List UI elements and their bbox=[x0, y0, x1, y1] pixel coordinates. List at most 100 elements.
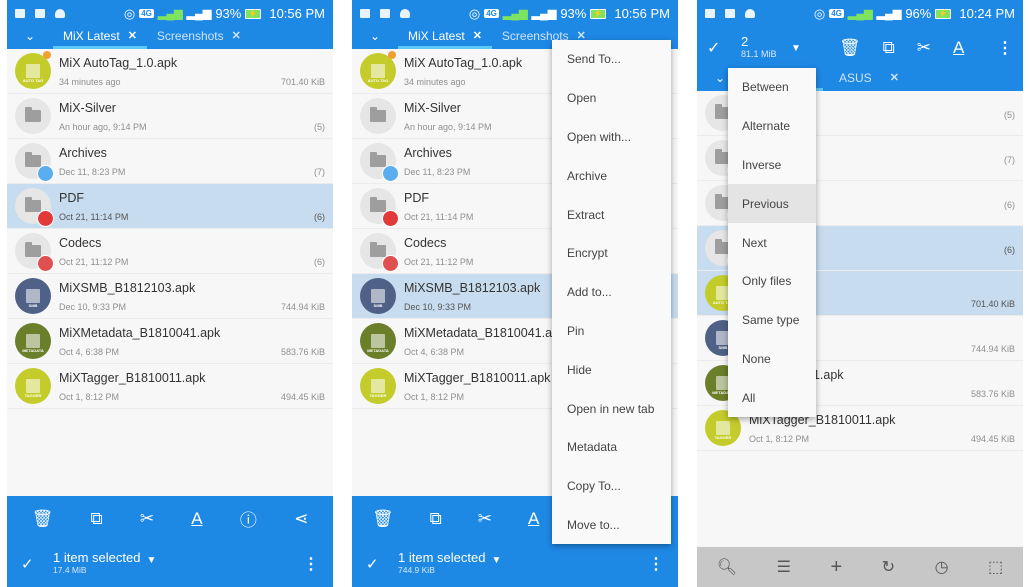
delete-icon[interactable]: 🗑 bbox=[839, 38, 861, 58]
file-row[interactable]: METADATA MiXMetadata_B1810041.apk Oct 4, 6… bbox=[7, 319, 333, 364]
cut-icon[interactable]: ✂ bbox=[917, 38, 931, 58]
copy-icon[interactable]: ⧉ bbox=[430, 509, 442, 529]
file-size: 583.76 KiB bbox=[970, 388, 1015, 399]
caret-down-icon[interactable]: ▼ bbox=[791, 43, 831, 54]
file-row[interactable]: PDF Oct 21, 11:14 PM (6) bbox=[7, 184, 333, 229]
file-row[interactable]: AUTO TAG MiX AutoTag_1.0.apk 34 minutes ag… bbox=[7, 49, 333, 94]
check-icon[interactable]: ✓ bbox=[366, 555, 398, 573]
more-options-icon[interactable]: ⋮ bbox=[997, 38, 1013, 58]
history-icon[interactable]: ◷ bbox=[935, 557, 949, 577]
status-bar: ◎ 4G ▂▄▆ ▂▄▆ 93% ⚡ 10:56 PM bbox=[7, 0, 333, 27]
chevron-down-icon[interactable]: ⌄ bbox=[352, 27, 398, 45]
close-icon[interactable]: ✕ bbox=[890, 69, 899, 87]
folder-icon bbox=[360, 143, 399, 182]
delete-icon[interactable]: 🗑 bbox=[32, 509, 54, 529]
menu-item[interactable]: Metadata bbox=[552, 428, 671, 467]
share-icon[interactable]: ⋖ bbox=[294, 509, 308, 529]
tab-mix-latest[interactable]: MiX Latest ✕ bbox=[53, 27, 147, 49]
select-area-icon[interactable]: ⬚ bbox=[988, 557, 1003, 577]
close-icon[interactable]: ✕ bbox=[473, 27, 482, 46]
menu-item[interactable]: Move to... bbox=[552, 506, 671, 545]
menu-item[interactable]: Encrypt bbox=[552, 234, 671, 273]
menu-item[interactable]: Archive bbox=[552, 156, 671, 195]
apk-icon: METADATA bbox=[15, 323, 51, 359]
copy-icon[interactable]: ⧉ bbox=[883, 38, 895, 58]
clock: 10:56 PM bbox=[614, 6, 670, 21]
file-date: Dec 10, 9:33 PM bbox=[59, 301, 127, 312]
android-icon bbox=[400, 9, 410, 18]
chevron-down-icon[interactable]: ⌄ bbox=[7, 27, 53, 45]
file-row[interactable]: SMB MiXSMB_B1812103.apk Dec 10, 9:33 PM 744… bbox=[7, 274, 333, 319]
selection-size: 744.9 KiB bbox=[398, 565, 435, 575]
menu-item[interactable]: Alternate bbox=[728, 107, 816, 146]
menu-item[interactable]: Extract bbox=[552, 195, 671, 234]
rename-icon[interactable]: A bbox=[528, 509, 539, 529]
file-row[interactable]: MiX-Silver An hour ago, 9:14 PM (5) bbox=[7, 94, 333, 139]
caret-down-icon[interactable]: ▼ bbox=[146, 555, 156, 566]
menu-item[interactable]: None bbox=[728, 340, 816, 379]
hotspot-icon: ◎ bbox=[123, 5, 136, 21]
signal-icon: ▂▄▆ bbox=[157, 8, 183, 20]
menu-item[interactable]: Hide bbox=[552, 350, 671, 389]
list-view-icon[interactable]: ☰ bbox=[777, 557, 791, 577]
apk-label: AUTO TAG bbox=[22, 78, 44, 83]
tab-bar: ⌄ MiX Latest ✕ Screenshots ✕ bbox=[7, 27, 333, 49]
battery-percent: 93% bbox=[215, 6, 242, 21]
folder-glyph bbox=[370, 197, 386, 212]
menu-item[interactable]: Between bbox=[728, 68, 816, 107]
menu-item[interactable]: Only files bbox=[728, 262, 816, 301]
menu-item[interactable]: Send To... bbox=[552, 40, 671, 79]
folder-icon bbox=[15, 233, 54, 272]
cut-icon[interactable]: ✂ bbox=[140, 509, 154, 529]
folder-badge-icon bbox=[37, 255, 54, 272]
folder-glyph bbox=[370, 152, 386, 167]
file-date: Dec 11, 8:23 PM bbox=[59, 166, 126, 177]
menu-item[interactable]: Previous bbox=[728, 184, 816, 224]
tab-asus[interactable]: ASUS ✕ bbox=[829, 69, 909, 87]
hotspot-icon: ◎ bbox=[468, 5, 481, 21]
file-row[interactable]: Codecs Oct 21, 11:12 PM (6) bbox=[7, 229, 333, 274]
file-row[interactable]: Archives Dec 11, 8:23 PM (7) bbox=[7, 139, 333, 184]
menu-item[interactable]: Open in new tab bbox=[552, 389, 671, 428]
file-row[interactable]: TAGGER MiXTagger_B1810011.apk Oct 1, 8:12 … bbox=[7, 364, 333, 409]
row-text: MiXTagger_B1810011.apk Oct 1, 8:12 PM 494.… bbox=[59, 369, 333, 404]
info-icon[interactable]: ⓘ bbox=[240, 506, 257, 531]
close-icon[interactable]: ✕ bbox=[128, 27, 137, 46]
caret-down-icon[interactable]: ▼ bbox=[491, 555, 501, 566]
tab-screenshots[interactable]: Screenshots ✕ bbox=[147, 27, 251, 45]
apk-icon: AUTO TAG bbox=[15, 51, 51, 89]
check-icon[interactable]: ✓ bbox=[707, 38, 741, 58]
menu-item[interactable]: Open with... bbox=[552, 118, 671, 157]
file-size: 701.40 KiB bbox=[970, 298, 1015, 309]
rename-icon[interactable]: A bbox=[191, 509, 202, 529]
cut-icon[interactable]: ✂ bbox=[478, 509, 492, 529]
more-options-icon[interactable]: ⋮ bbox=[648, 554, 664, 574]
close-icon[interactable]: ✕ bbox=[232, 27, 241, 45]
apk-icon: METADATA bbox=[360, 323, 396, 359]
rename-icon[interactable]: A bbox=[953, 38, 964, 58]
add-icon[interactable]: + bbox=[830, 556, 842, 579]
4g-icon: 4G bbox=[484, 9, 499, 18]
menu-item[interactable]: Open bbox=[552, 79, 671, 118]
copy-icon[interactable]: ⧉ bbox=[90, 509, 102, 529]
refresh-icon[interactable]: ↻ bbox=[882, 557, 895, 577]
delete-icon[interactable]: 🗑 bbox=[372, 509, 394, 529]
menu-item[interactable]: All bbox=[728, 378, 816, 417]
menu-item[interactable]: Same type bbox=[728, 301, 816, 340]
check-icon[interactable]: ✓ bbox=[21, 555, 53, 573]
search-icon[interactable]: 🔍︎ bbox=[717, 557, 737, 577]
row-text: Codecs Oct 21, 11:12 PM (6) bbox=[59, 234, 333, 269]
apk-icon: AUTO TAG bbox=[360, 51, 396, 89]
selection-label[interactable]: 1 item selected bbox=[53, 551, 140, 564]
more-options-icon[interactable]: ⋮ bbox=[303, 554, 319, 574]
selection-label[interactable]: 1 item selected bbox=[398, 551, 485, 564]
menu-item[interactable]: Pin bbox=[552, 312, 671, 351]
signal-2-icon: ▂▄▆ bbox=[531, 8, 557, 20]
tab-mix-latest[interactable]: MiX Latest ✕ bbox=[398, 27, 492, 49]
menu-item[interactable]: Copy To... bbox=[552, 467, 671, 506]
menu-item[interactable]: Add to... bbox=[552, 273, 671, 312]
bottom-toolbar: 🔍︎ ☰ + ↻ ◷ ⬚ bbox=[697, 547, 1023, 587]
folder-icon bbox=[15, 143, 54, 182]
menu-item[interactable]: Inverse bbox=[728, 146, 816, 185]
menu-item[interactable]: Next bbox=[728, 223, 816, 262]
